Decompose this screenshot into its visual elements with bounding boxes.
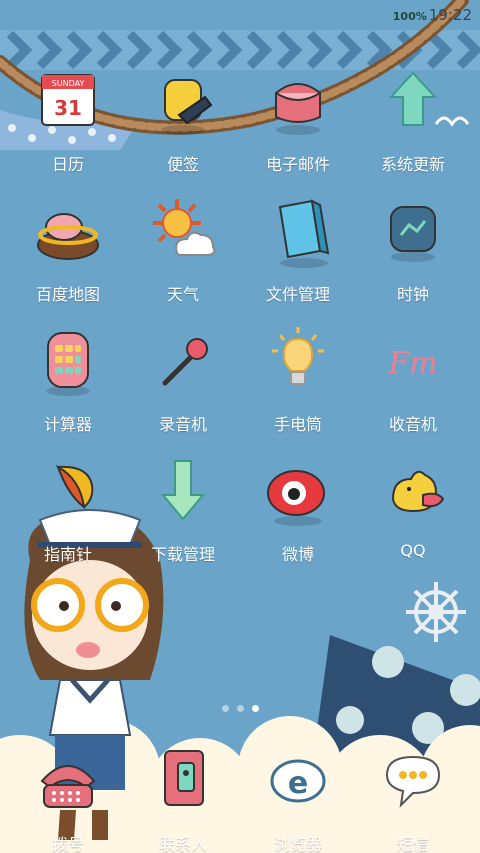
phone-icon [40,765,96,808]
app-file-manager[interactable]: 文件管理 [243,195,353,305]
file-manager-icon [278,199,330,268]
download-icon [160,460,206,521]
app-label: 时钟 [396,285,429,304]
app-label: 下载管理 [150,545,215,564]
app-label: 指南针 [43,545,92,564]
svg-text:Fm: Fm [387,346,437,381]
app-label: 百度地图 [35,285,100,304]
weibo-icon [267,470,325,526]
app-qq[interactable]: QQ [358,455,468,560]
app-label: 便签 [166,155,199,174]
app-system-update[interactable]: 系统更新 [358,65,468,175]
app-download[interactable]: 下载管理 [128,455,238,565]
qq-icon [391,470,445,513]
app-label: 手电筒 [273,415,322,434]
home-screen: 100% 19:22 SUNDAY 31 日历 便签 电子邮件 系统更新 百度地… [0,0,480,853]
page-dot-active[interactable] [251,705,259,712]
app-label: QQ [400,541,426,560]
app-label: 电子邮件 [265,155,330,174]
recorder-icon [162,338,208,386]
dock-contacts[interactable]: 联系人 [128,745,238,853]
email-icon [275,83,321,135]
page-dot[interactable] [221,705,229,712]
flashlight-icon [272,327,324,385]
contacts-icon [164,750,204,806]
dock-phone[interactable]: 拨号 [13,745,123,853]
page-dot[interactable] [236,705,244,712]
page-indicator [0,697,480,716]
app-weather[interactable]: 天气 [128,195,238,305]
calculator-icon [46,332,90,396]
map-icon [37,213,99,260]
app-recorder[interactable]: 录音机 [128,325,238,435]
app-label: 计算器 [43,415,92,434]
dock-sms[interactable]: 短信 [358,745,468,853]
app-label: 浏览器 [273,835,322,853]
radio-icon: Fm [387,346,437,381]
app-label: 文件管理 [265,285,330,304]
clock-time: 19:22 [428,6,472,24]
clock-icon [390,206,436,262]
memo-icon [161,79,213,135]
app-email[interactable]: 电子邮件 [243,65,353,175]
app-label: 系统更新 [380,155,445,174]
app-label: 录音机 [158,415,207,434]
browser-icon: e [270,759,326,803]
svg-text:31: 31 [54,96,82,120]
app-label: 联系人 [158,835,207,853]
app-radio[interactable]: Fm 收音机 [358,325,468,435]
app-label: 拨号 [51,835,84,853]
svg-text:e: e [288,766,308,801]
svg-text:SUNDAY: SUNDAY [52,79,85,88]
app-label: 日历 [51,155,84,174]
app-calendar[interactable]: SUNDAY 31 日历 [13,65,123,175]
system-update-icon [388,71,438,126]
app-label: 收音机 [388,415,437,434]
sms-icon [385,755,441,808]
app-compass[interactable]: 指南针 [13,455,123,565]
compass-icon [56,464,94,510]
status-bar: 100% 19:22 [393,6,472,24]
calendar-icon: SUNDAY 31 [41,74,95,126]
dock-browser[interactable]: e 浏览器 [243,745,353,853]
app-calculator[interactable]: 计算器 [13,325,123,435]
app-label: 微博 [281,545,314,564]
app-weibo[interactable]: 微博 [243,455,353,565]
app-memo[interactable]: 便签 [128,65,238,175]
app-label: 短信 [396,835,429,853]
app-clock[interactable]: 时钟 [358,195,468,305]
weather-icon [153,199,216,256]
app-flashlight[interactable]: 手电筒 [243,325,353,435]
app-baidu-map[interactable]: 百度地图 [13,195,123,305]
app-label: 天气 [166,285,199,304]
battery-percent: 100% [392,10,427,23]
